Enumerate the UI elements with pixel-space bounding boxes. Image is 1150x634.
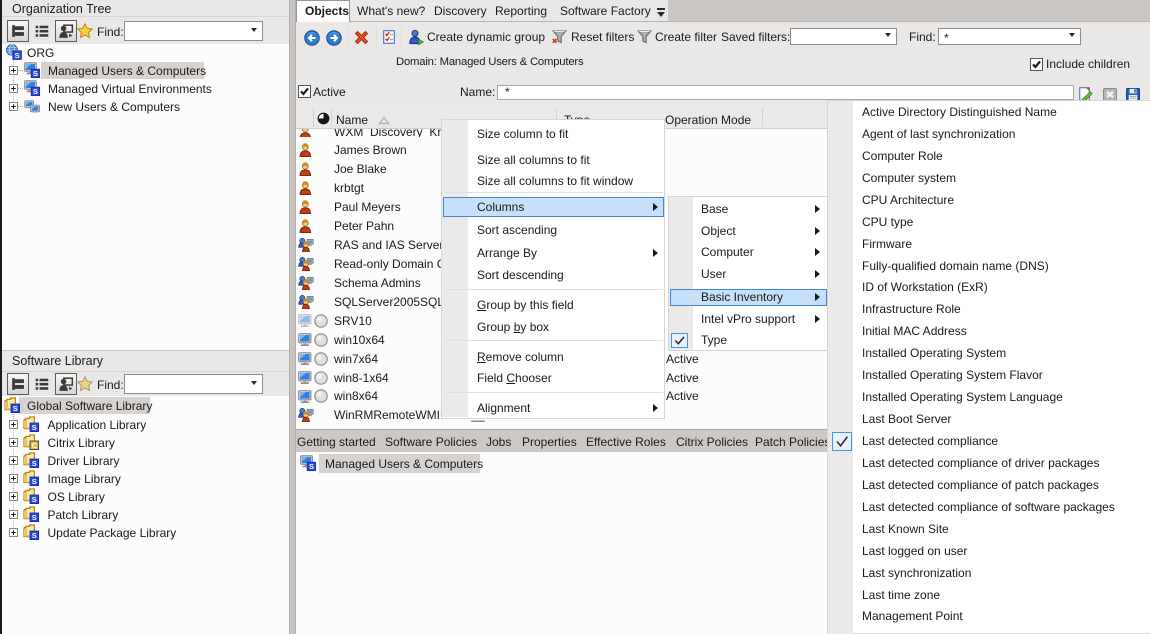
svg-text:S: S [13, 404, 18, 413]
svg-text:S: S [32, 495, 37, 504]
svg-text:S: S [32, 477, 37, 486]
svg-text:S: S [33, 69, 38, 78]
svg-text:S: S [15, 51, 20, 60]
svg-text:S: S [32, 531, 37, 540]
svg-text:S: S [33, 87, 38, 96]
svg-text:S: S [32, 459, 37, 468]
svg-text:S: S [309, 462, 314, 471]
svg-text:C: C [32, 441, 38, 450]
svg-text:S: S [32, 513, 37, 522]
svg-text:S: S [32, 423, 37, 432]
